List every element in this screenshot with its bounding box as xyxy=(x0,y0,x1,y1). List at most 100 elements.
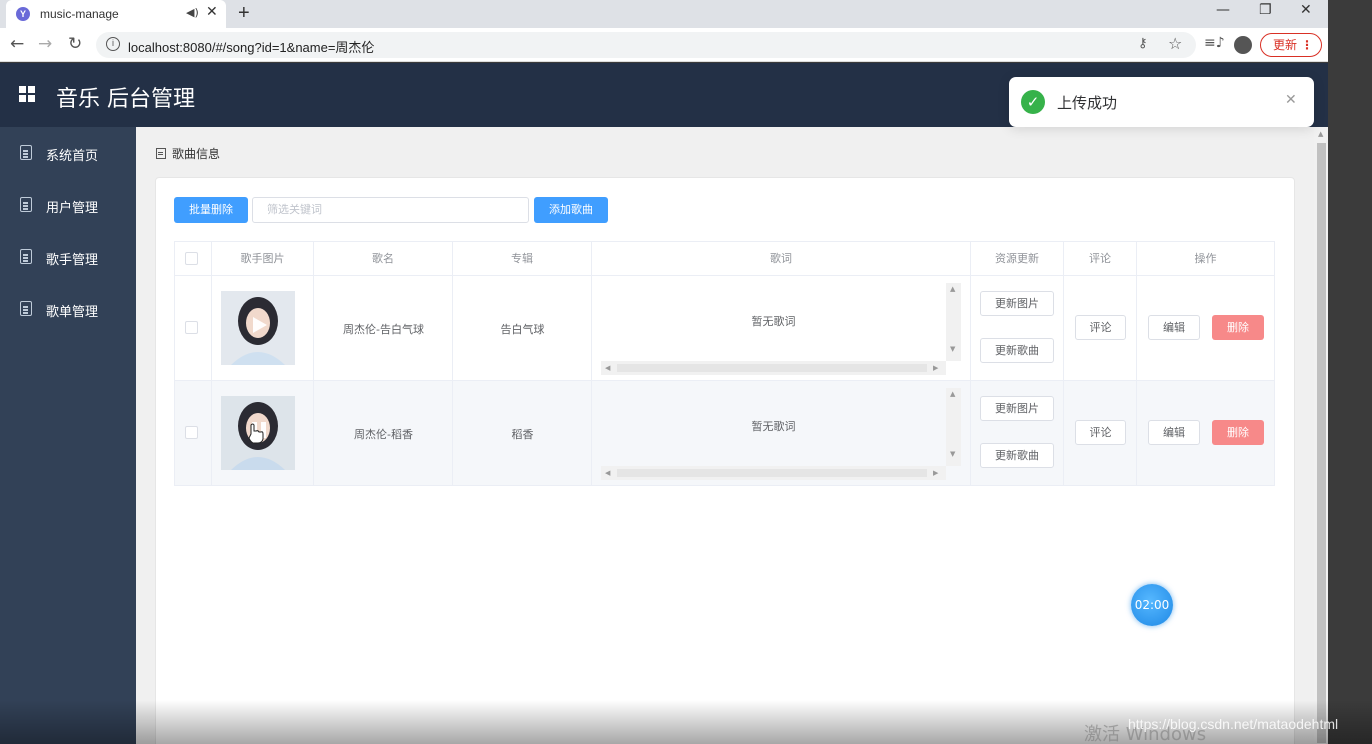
update-song-button[interactable]: 更新歌曲 xyxy=(980,338,1054,363)
profile-avatar-icon[interactable] xyxy=(1234,36,1252,54)
audio-playing-icon[interactable]: ◀) xyxy=(186,6,199,19)
sidebar-item-label: 系统首页 xyxy=(46,149,99,164)
horizontal-scrollbar[interactable]: ◀ ▶ xyxy=(601,361,946,375)
more-menu-icon: ⋮ xyxy=(1301,38,1313,52)
header-singer-image: 歌手图片 xyxy=(212,242,314,275)
lyric-scroll-box[interactable]: 暂无歌词 ▲ ▼ ◀ ▶ xyxy=(601,283,961,375)
tab-title: music-manage xyxy=(40,7,119,21)
scroll-thumb[interactable] xyxy=(617,364,927,372)
breadcrumb: 歌曲信息 xyxy=(156,145,220,162)
row-checkbox[interactable] xyxy=(185,321,198,334)
scroll-left-icon[interactable]: ◀ xyxy=(605,364,610,372)
edit-button[interactable]: 编辑 xyxy=(1148,420,1200,445)
song-name: 周杰伦-稻香 xyxy=(354,428,413,441)
document-icon xyxy=(20,145,32,160)
breadcrumb-label: 歌曲信息 xyxy=(172,147,221,161)
back-arrow-icon[interactable]: ← xyxy=(10,34,24,54)
restore-icon[interactable]: ❐ xyxy=(1259,2,1272,18)
edit-button[interactable]: 编辑 xyxy=(1148,315,1200,340)
vertical-scrollbar[interactable]: ▲ ▼ xyxy=(946,388,961,466)
grid-menu-icon[interactable] xyxy=(19,86,35,102)
app-title: 音乐 后台管理 xyxy=(56,87,195,112)
browser-tabbar: Y music-manage ◀) ✕ + — ❐ ✕ xyxy=(0,0,1328,28)
comment-button[interactable]: 评论 xyxy=(1075,420,1126,445)
scroll-up-icon[interactable]: ▲ xyxy=(950,390,955,398)
success-check-icon: ✓ xyxy=(1021,90,1045,114)
update-label: 更新 xyxy=(1273,38,1298,52)
scroll-down-icon[interactable]: ▼ xyxy=(950,450,955,458)
comment-button[interactable]: 评论 xyxy=(1075,315,1126,340)
browser-toolbar: ← → ↻ i localhost:8080/#/song?id=1&name=… xyxy=(0,28,1328,62)
window-close-icon[interactable]: ✕ xyxy=(1300,2,1312,18)
lyric-text: 暂无歌词 xyxy=(751,420,796,433)
scroll-down-icon[interactable]: ▼ xyxy=(950,345,955,353)
batch-delete-button[interactable]: 批量删除 xyxy=(174,197,248,223)
media-control-icon[interactable]: ≡♪ xyxy=(1204,35,1225,51)
singer-image[interactable] xyxy=(221,291,295,365)
toast-close-icon[interactable]: ✕ xyxy=(1285,92,1297,108)
minimize-icon[interactable]: — xyxy=(1216,2,1230,18)
update-song-button[interactable]: 更新歌曲 xyxy=(980,443,1054,468)
sidebar-item-label: 歌单管理 xyxy=(46,305,99,320)
table-row: 周杰伦-稻香 稻香 暂无歌词 ▲ ▼ ◀ ▶ 更新图片 更新歌曲 评论 编辑 删… xyxy=(174,381,1275,486)
bookmark-star-icon[interactable]: ☆ xyxy=(1168,34,1182,53)
success-toast: ✓ 上传成功 ✕ xyxy=(1009,77,1314,127)
add-song-button[interactable]: 添加歌曲 xyxy=(534,197,608,223)
header-song-name: 歌名 xyxy=(314,242,453,275)
page-scroll-up-icon[interactable]: ▲ xyxy=(1318,130,1323,138)
header-resource-update: 资源更新 xyxy=(971,242,1064,275)
delete-button[interactable]: 删除 xyxy=(1212,420,1264,445)
screen: Y music-manage ◀) ✕ + — ❐ ✕ ← → ↻ i loca… xyxy=(0,0,1372,744)
select-all-checkbox[interactable] xyxy=(185,252,198,265)
new-tab-button[interactable]: + xyxy=(238,2,250,25)
scroll-left-icon[interactable]: ◀ xyxy=(605,469,610,477)
scroll-right-icon[interactable]: ▶ xyxy=(933,364,938,372)
browser-update-button[interactable]: 更新 ⋮ xyxy=(1260,33,1322,57)
site-info-icon[interactable]: i xyxy=(106,37,120,51)
page-scroll-thumb[interactable] xyxy=(1317,143,1326,743)
page-scrollbar[interactable]: ▲ xyxy=(1314,127,1328,744)
sidebar-item-label: 歌手管理 xyxy=(46,253,99,268)
screen-edge xyxy=(1328,0,1372,744)
sidebar-item-playlists[interactable]: 歌单管理 xyxy=(0,283,136,335)
header-lyrics: 歌词 xyxy=(592,242,971,275)
browser-tab[interactable]: Y music-manage ◀) ✕ xyxy=(6,0,226,28)
header-select-cell xyxy=(175,242,212,275)
sidebar-item-users[interactable]: 用户管理 xyxy=(0,179,136,231)
singer-image[interactable] xyxy=(221,396,295,470)
forward-arrow-icon[interactable]: → xyxy=(38,34,52,54)
header-album: 专辑 xyxy=(453,242,592,275)
row-checkbox[interactable] xyxy=(185,426,198,439)
table-header: 歌手图片 歌名 专辑 歌词 资源更新 评论 操作 xyxy=(174,241,1275,276)
sidebar: 系统首页 用户管理 歌手管理 歌单管理 xyxy=(0,127,136,744)
table-row: 周杰伦-告白气球 告白气球 暂无歌词 ▲ ▼ ◀ ▶ 更新图片 更新歌曲 评论 … xyxy=(174,276,1275,381)
lyric-scroll-box[interactable]: 暂无歌词 ▲ ▼ ◀ ▶ xyxy=(601,388,961,480)
document-icon xyxy=(20,249,32,264)
url-text[interactable]: localhost:8080/#/song?id=1&name=周杰伦 xyxy=(128,37,374,56)
scroll-thumb[interactable] xyxy=(617,469,927,477)
update-image-button[interactable]: 更新图片 xyxy=(980,396,1054,421)
delete-button[interactable]: 删除 xyxy=(1212,315,1264,340)
sidebar-item-label: 用户管理 xyxy=(46,201,99,216)
search-input[interactable]: 筛选关键词 xyxy=(252,197,529,223)
update-image-button[interactable]: 更新图片 xyxy=(980,291,1054,316)
scroll-up-icon[interactable]: ▲ xyxy=(950,285,955,293)
address-bar[interactable]: i localhost:8080/#/song?id=1&name=周杰伦 ⚷ … xyxy=(96,32,1196,58)
site-favicon-icon: Y xyxy=(16,7,30,21)
reload-icon[interactable]: ↻ xyxy=(68,34,82,54)
horizontal-scrollbar[interactable]: ◀ ▶ xyxy=(601,466,946,480)
lyric-text: 暂无歌词 xyxy=(751,315,796,328)
app: 音乐 后台管理 系统首页 用户管理 歌手管理 歌单管理 歌曲信息 批量删除 筛选… xyxy=(0,63,1328,744)
recording-timer[interactable]: 02:00 xyxy=(1131,584,1173,626)
tab-close-icon[interactable]: ✕ xyxy=(206,4,218,20)
document-icon xyxy=(20,197,32,212)
header-comment: 评论 xyxy=(1064,242,1137,275)
song-name: 周杰伦-告白气球 xyxy=(343,323,424,336)
scroll-right-icon[interactable]: ▶ xyxy=(933,469,938,477)
sidebar-item-home[interactable]: 系统首页 xyxy=(0,127,136,179)
password-key-icon[interactable]: ⚷ xyxy=(1138,36,1148,51)
vertical-scrollbar[interactable]: ▲ ▼ xyxy=(946,283,961,361)
document-icon xyxy=(20,301,32,316)
header-actions: 操作 xyxy=(1194,252,1217,265)
sidebar-item-singers[interactable]: 歌手管理 xyxy=(0,231,136,283)
